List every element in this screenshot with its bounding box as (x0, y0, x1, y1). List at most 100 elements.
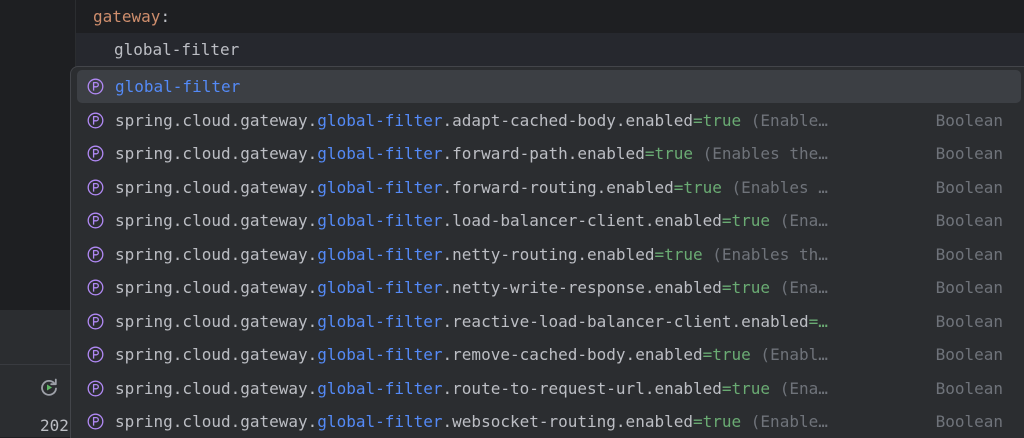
property-icon (87, 313, 104, 329)
property-prefix: spring.cloud.gateway. (115, 278, 318, 297)
type-label: Boolean (935, 244, 1003, 264)
matched-text: global-filter (317, 177, 443, 197)
default-value: =true (644, 144, 693, 163)
property-icon (87, 145, 104, 162)
description-hint: (Enables the… (693, 144, 828, 163)
default-value: =true (702, 345, 751, 364)
console-output: 202 (40, 416, 69, 435)
completion-text: spring.cloud.gateway.global-filter.forwa… (115, 137, 837, 170)
property-suffix: .route-to-request-url.enabled (442, 378, 722, 398)
matched-text: global-filter (317, 278, 443, 297)
property-prefix: spring.cloud.gateway. (115, 378, 318, 398)
description-hint: (Enables … (721, 177, 828, 197)
matched-text: global-filter (317, 311, 443, 331)
completion-item[interactable]: spring.cloud.gateway.global-filter.netty… (77, 238, 1021, 271)
type-label: Boolean (935, 278, 1003, 297)
matched-text: global-filter (317, 110, 443, 130)
completion-item[interactable]: spring.cloud.gateway.global-filter.webso… (77, 405, 1021, 438)
type-label: Boolean (935, 345, 1003, 364)
type-label: Boolean (935, 110, 1003, 130)
property-prefix: spring.cloud.gateway. (115, 412, 318, 431)
description-hint: (Enable… (741, 110, 828, 130)
property-icon (87, 78, 104, 95)
property-suffix: .reactive-load-balancer-client.enabled (442, 311, 809, 331)
completion-text: spring.cloud.gateway.global-filter.react… (115, 305, 837, 338)
property-suffix: .netty-write-response.enabled (442, 278, 722, 297)
property-prefix: spring.cloud.gateway. (115, 345, 318, 364)
type-label: Boolean (935, 144, 1003, 163)
completion-item[interactable]: global-filter (77, 70, 1021, 103)
type-label: Boolean (935, 412, 1003, 431)
yaml-colon: : (160, 7, 171, 26)
property-suffix: .websocket-routing.enabled (442, 412, 693, 431)
property-suffix: .netty-routing.enabled (442, 244, 655, 264)
completion-item[interactable]: spring.cloud.gateway.global-filter.load-… (77, 204, 1021, 237)
code-completion-popup[interactable]: global-filter spring.cloud.gateway.global… (70, 66, 1024, 438)
completion-item[interactable]: spring.cloud.gateway.global-filter.forwa… (77, 137, 1021, 170)
property-prefix: spring.cloud.gateway. (115, 244, 318, 264)
completion-item[interactable]: spring.cloud.gateway.global-filter.react… (77, 305, 1021, 338)
property-icon (87, 380, 104, 396)
completion-text: spring.cloud.gateway.global-filter.netty… (115, 271, 837, 304)
completion-text: spring.cloud.gateway.global-filter.webso… (115, 405, 837, 438)
rerun-icon[interactable] (38, 376, 60, 398)
completion-item[interactable]: spring.cloud.gateway.global-filter.netty… (77, 271, 1021, 304)
completion-item[interactable]: spring.cloud.gateway.global-filter.remov… (77, 338, 1021, 371)
property-prefix: spring.cloud.gateway. (115, 144, 318, 163)
matched-text: global-filter (317, 378, 443, 398)
property-prefix: spring.cloud.gateway. (115, 177, 318, 197)
matched-text: global-filter (317, 244, 443, 264)
property-prefix: spring.cloud.gateway. (115, 311, 318, 331)
property-icon (87, 212, 104, 229)
property-icon (87, 346, 104, 363)
default-value: =true (721, 278, 771, 297)
default-value: =true (654, 244, 703, 264)
code-line-gateway[interactable]: gateway: (93, 0, 170, 33)
property-suffix: .adapt-cached-body.enabled (442, 110, 693, 130)
description-hint: (Enable… (741, 412, 828, 431)
completion-text: global-filter (115, 70, 837, 103)
property-suffix: .forward-path.enabled (442, 144, 645, 163)
property-suffix: .remove-cached-body.enabled (442, 345, 703, 364)
completion-text: spring.cloud.gateway.global-filter.adapt… (115, 104, 837, 137)
type-label: Boolean (935, 311, 1003, 331)
description-hint: (Ena… (770, 378, 828, 398)
property-icon (87, 246, 104, 262)
matched-text: global-filter (317, 412, 443, 431)
completion-item[interactable]: spring.cloud.gateway.global-filter.route… (77, 372, 1021, 405)
description-hint: (Ena… (770, 278, 828, 297)
property-icon (87, 179, 104, 195)
property-icon (87, 413, 104, 430)
yaml-key: gateway (93, 7, 161, 26)
property-prefix: spring.cloud.gateway. (115, 211, 318, 230)
default-value: =true (673, 177, 722, 197)
matched-text: global-filter (317, 345, 443, 364)
property-suffix: .load-balancer-client.enabled (442, 211, 722, 230)
completion-text: spring.cloud.gateway.global-filter.netty… (115, 238, 837, 271)
description-hint: (Enables th… (702, 244, 828, 264)
matched-text: global-filter (317, 144, 443, 163)
description-hint: (Ena… (770, 211, 828, 230)
completion-text: spring.cloud.gateway.global-filter.remov… (115, 338, 837, 371)
default-value: =true (692, 412, 742, 431)
code-line-typed[interactable]: global-filter (114, 33, 239, 66)
property-icon (87, 279, 104, 296)
typed-text: global-filter (114, 40, 240, 59)
type-label: Boolean (935, 378, 1003, 398)
type-label: Boolean (935, 211, 1003, 230)
type-label: Boolean (935, 177, 1003, 197)
completion-text: spring.cloud.gateway.global-filter.load-… (115, 204, 837, 237)
property-prefix: spring.cloud.gateway. (115, 110, 318, 130)
default-value: =true (692, 110, 742, 130)
default-value: =true (721, 211, 771, 230)
matched-text: global-filter (115, 77, 241, 96)
completion-text: spring.cloud.gateway.global-filter.forwa… (115, 171, 837, 204)
matched-text: global-filter (317, 211, 443, 230)
property-icon (87, 112, 104, 128)
description-hint: (Enabl… (750, 345, 828, 364)
property-suffix: .forward-routing.enabled (442, 177, 674, 197)
default-value: =… (808, 311, 828, 331)
default-value: =true (721, 378, 771, 398)
completion-item[interactable]: spring.cloud.gateway.global-filter.forwa… (77, 171, 1021, 204)
completion-item[interactable]: spring.cloud.gateway.global-filter.adapt… (77, 104, 1021, 137)
